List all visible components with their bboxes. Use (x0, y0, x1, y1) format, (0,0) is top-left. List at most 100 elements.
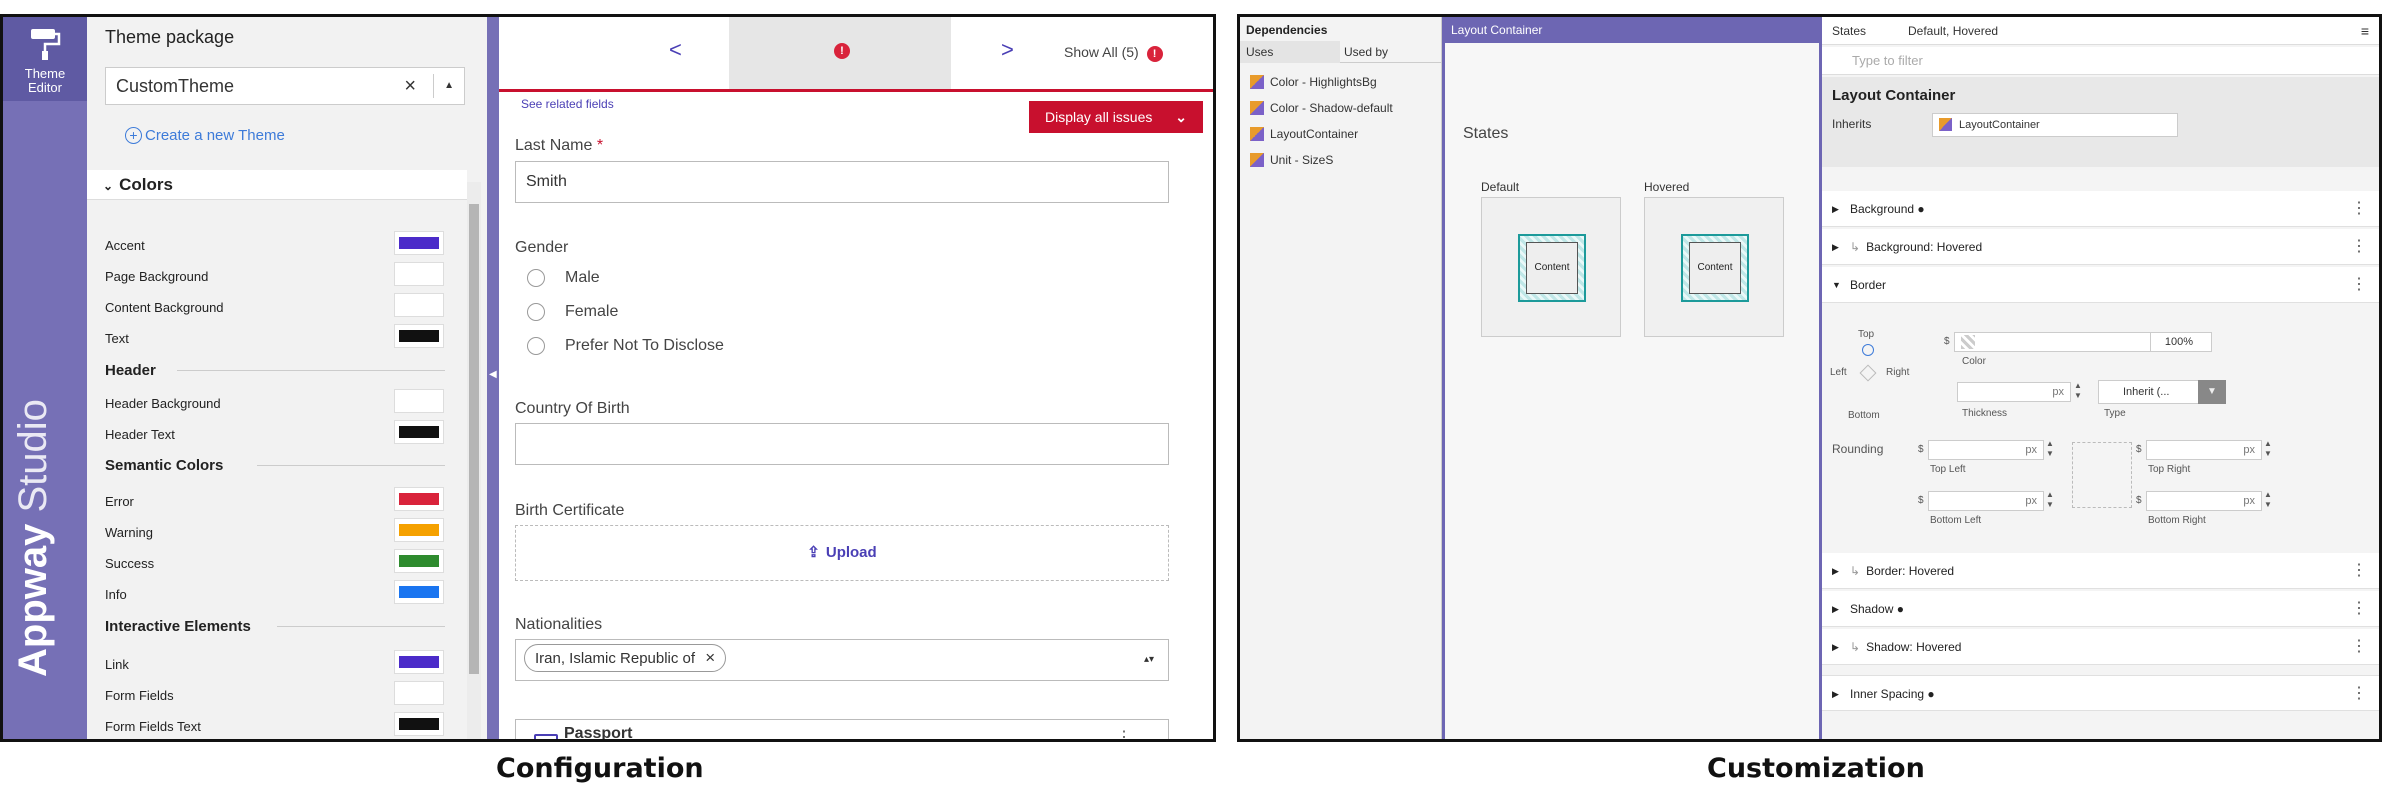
theme-editor-tool[interactable]: Theme Editor (3, 17, 87, 101)
bottom-right-field[interactable]: px (2146, 491, 2262, 511)
more-options-icon[interactable]: ⋮ (1116, 728, 1132, 739)
sub-state-icon: ↳ (1850, 240, 1861, 254)
property-row[interactable]: ▶ Shadow ● ⋮ (1822, 591, 2379, 627)
color-swatch[interactable] (394, 324, 444, 348)
color-swatch[interactable] (394, 231, 444, 255)
color-swatch[interactable] (394, 262, 444, 286)
filter-input[interactable]: Type to filter (1822, 47, 2379, 75)
set-indicator-icon: ● (1927, 687, 1935, 701)
dependency-label: Color - Shadow-default (1270, 101, 1393, 115)
next-issue-button[interactable]: > (1001, 37, 1014, 63)
chip-remove-icon[interactable]: × (705, 648, 715, 667)
top-right-field[interactable]: px (2146, 440, 2262, 460)
set-indicator-icon: ● (1917, 202, 1925, 216)
tab-uses[interactable]: Uses (1240, 41, 1340, 63)
nav-gap (959, 17, 969, 89)
last-name-input[interactable]: Smith (515, 161, 1169, 203)
configuration-screenshot: Theme Editor Appway Studio Theme package… (0, 14, 1216, 742)
color-swatch[interactable] (394, 712, 444, 736)
create-theme-link[interactable]: + Create a new Theme (125, 127, 285, 144)
stepper-icon[interactable]: ▲ ▼ (2074, 381, 2082, 401)
color-label: Warning (105, 525, 153, 540)
more-options-icon[interactable]: ⋮ (2351, 191, 2367, 227)
color-swatch[interactable] (394, 293, 444, 317)
property-row[interactable]: ▶ ↳ Border: Hovered ⋮ (1822, 553, 2379, 589)
add-circle-icon: + (125, 127, 142, 144)
paint-roller-icon (31, 29, 61, 60)
inherits-field[interactable]: LayoutContainer (1932, 113, 2178, 137)
updown-icon[interactable]: ▴▾ (1144, 640, 1154, 680)
style-icon (1250, 75, 1264, 89)
dollar-icon: $ (1918, 444, 1924, 455)
radio-male[interactable] (527, 269, 545, 287)
thickness-field[interactable]: px (1957, 382, 2071, 402)
issue-tab[interactable]: ! (729, 17, 951, 89)
more-options-icon[interactable]: ⋮ (2351, 629, 2367, 665)
dependency-label: Unit - SizeS (1270, 153, 1334, 167)
colors-group-header[interactable]: ⌄ Colors (87, 170, 467, 200)
stepper-icon[interactable]: ▲ ▼ (2264, 439, 2272, 459)
scrollbar-thumb[interactable] (469, 204, 479, 674)
more-options-icon[interactable]: ⋮ (2351, 553, 2367, 589)
states-value[interactable]: Default, Hovered (1908, 17, 1998, 45)
border-top-handle[interactable] (1862, 344, 1874, 356)
color-swatch[interactable] (394, 389, 444, 413)
property-row[interactable]: ▶ ↳ Shadow: Hovered ⋮ (1822, 629, 2379, 665)
dropdown-icon[interactable]: ▼ (2198, 380, 2226, 404)
radio-female[interactable] (527, 303, 545, 321)
prev-issue-button[interactable]: < (669, 37, 682, 63)
property-row[interactable]: ▶ Background ● ⋮ (1822, 191, 2379, 227)
state-default-box[interactable]: Content (1481, 197, 1621, 337)
dependency-item[interactable]: Unit - SizeS (1250, 153, 1333, 167)
panel-divider[interactable]: ◀ (487, 17, 499, 739)
country-input[interactable] (515, 423, 1169, 465)
stepper-icon[interactable]: ▲ ▼ (2264, 490, 2272, 510)
collapse-arrow-icon[interactable]: ◀ (489, 369, 497, 380)
opacity-field[interactable]: 100% (2150, 332, 2212, 352)
properties-panel: States Default, Hovered ≡ Type to filter… (1822, 17, 2379, 739)
display-issues-button[interactable]: Display all issues ⌄ (1029, 101, 1203, 133)
theme-package-panel: Theme package CustomTheme × ▲ + Create a … (87, 17, 487, 739)
color-swatch[interactable] (394, 487, 444, 511)
more-options-icon[interactable]: ⋮ (2351, 591, 2367, 627)
more-options-icon[interactable]: ⋮ (2351, 229, 2367, 265)
show-all-button[interactable]: Show All (5) ! (1064, 44, 1163, 62)
stepper-icon[interactable]: ▲ ▼ (2046, 439, 2054, 459)
tool-label-2: Editor (28, 80, 62, 95)
state-hovered-box[interactable]: Content (1644, 197, 1784, 337)
section-interactive: Interactive Elements (105, 618, 251, 635)
dependency-item[interactable]: LayoutContainer (1250, 127, 1358, 141)
top-left-field[interactable]: px (1928, 440, 2044, 460)
property-row-expanded[interactable]: ▼ Border ⋮ (1822, 267, 2379, 303)
dependency-item[interactable]: Color - Shadow-default (1250, 101, 1393, 115)
color-swatch[interactable] (394, 549, 444, 573)
more-options-icon[interactable]: ⋮ (2351, 676, 2367, 712)
sub-state-icon: ↳ (1850, 564, 1861, 578)
panel-scrollbar[interactable] (467, 182, 481, 739)
swatch-fill (399, 586, 439, 598)
tab-used-by[interactable]: Used by (1344, 45, 1388, 59)
passport-card[interactable]: Passport ⋮ (515, 719, 1169, 739)
dependency-item[interactable]: Color - HighlightsBg (1250, 75, 1377, 89)
color-swatch[interactable] (394, 650, 444, 674)
stepper-icon[interactable]: ▲ ▼ (2046, 490, 2054, 510)
chevron-down-icon: ⌄ (1175, 109, 1187, 125)
radio-prefer-not[interactable] (527, 337, 545, 355)
see-related-link[interactable]: See related fields (521, 97, 614, 111)
color-swatch[interactable] (394, 420, 444, 444)
border-top-label: Top (1858, 329, 1875, 340)
more-options-icon[interactable]: ⋮ (2351, 267, 2367, 303)
property-row[interactable]: ▶ Inner Spacing ● ⋮ (1822, 675, 2379, 711)
filter-list-icon[interactable]: ≡ (2361, 17, 2369, 45)
color-swatch[interactable] (394, 681, 444, 705)
upload-dropzone[interactable]: ⇪ Upload (515, 525, 1169, 581)
property-row[interactable]: ▶ ↳ Background: Hovered ⋮ (1822, 229, 2379, 265)
border-diamond-icon[interactable] (1859, 364, 1877, 382)
theme-select[interactable]: CustomTheme × ▲ (105, 67, 465, 105)
clear-icon[interactable]: × (404, 68, 416, 104)
color-swatch[interactable] (394, 518, 444, 542)
color-swatch[interactable] (394, 580, 444, 604)
updown-icon[interactable]: ▲ (444, 68, 454, 104)
nationalities-select[interactable]: Iran, Islamic Republic of × ▴▾ (515, 639, 1169, 681)
bottom-left-field[interactable]: px (1928, 491, 2044, 511)
